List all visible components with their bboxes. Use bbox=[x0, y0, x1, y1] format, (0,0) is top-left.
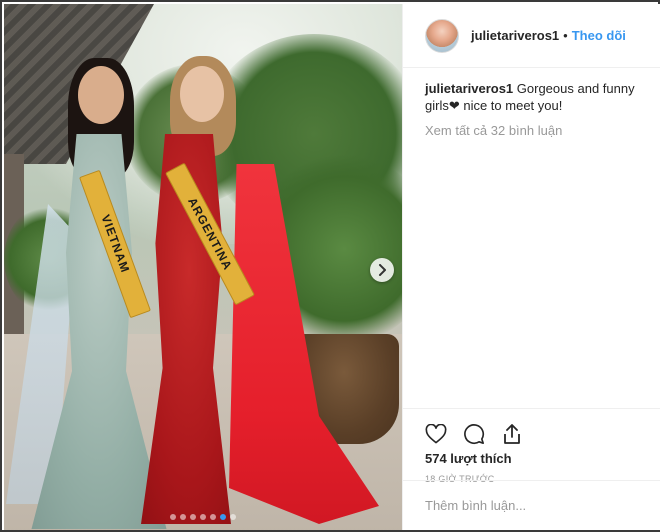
carousel-next-button[interactable] bbox=[370, 258, 394, 282]
like-count[interactable]: 574 lượt thích bbox=[403, 451, 660, 466]
post-header: julietariveros1 • Theo dõi bbox=[403, 4, 660, 68]
chevron-right-icon bbox=[379, 264, 386, 276]
share-button[interactable] bbox=[500, 422, 524, 446]
carousel-dot bbox=[220, 514, 226, 520]
post-side-panel: julietariveros1 • Theo dõi julietarivero… bbox=[402, 4, 660, 530]
photo-face-right bbox=[180, 66, 224, 122]
follow-button[interactable]: Theo dõi bbox=[572, 28, 626, 43]
carousel-dot bbox=[180, 514, 186, 520]
post-caption: julietariveros1 Gorgeous and funny girls… bbox=[425, 80, 651, 114]
header-username[interactable]: julietariveros1 bbox=[471, 28, 559, 43]
heart-icon bbox=[425, 424, 447, 444]
carousel-dot bbox=[190, 514, 196, 520]
caption-username[interactable]: julietariveros1 bbox=[425, 81, 513, 96]
carousel-dot bbox=[210, 514, 216, 520]
carousel-dot bbox=[170, 514, 176, 520]
comment-input[interactable] bbox=[425, 498, 635, 513]
carousel-dot bbox=[230, 514, 236, 520]
carousel-dot bbox=[200, 514, 206, 520]
view-all-comments-link[interactable]: Xem tất cả 32 bình luận bbox=[425, 123, 651, 138]
post-actions: 574 lượt thích 18 giờ trước bbox=[403, 408, 660, 484]
action-icons bbox=[403, 409, 660, 451]
photo-face-left bbox=[78, 66, 124, 124]
post-modal: VIETNAM ARGENTINA julietariveros1 • Theo… bbox=[0, 0, 660, 532]
like-button[interactable] bbox=[424, 422, 448, 446]
carousel-indicator bbox=[4, 514, 402, 520]
comments-section: julietariveros1 Gorgeous and funny girls… bbox=[425, 80, 651, 138]
share-icon bbox=[504, 424, 520, 444]
comment-icon bbox=[464, 424, 485, 445]
add-comment-bar bbox=[403, 480, 660, 530]
header-separator: • bbox=[563, 28, 568, 43]
comment-button[interactable] bbox=[462, 422, 486, 446]
post-photo[interactable]: VIETNAM ARGENTINA bbox=[4, 4, 402, 530]
avatar[interactable] bbox=[425, 18, 459, 53]
